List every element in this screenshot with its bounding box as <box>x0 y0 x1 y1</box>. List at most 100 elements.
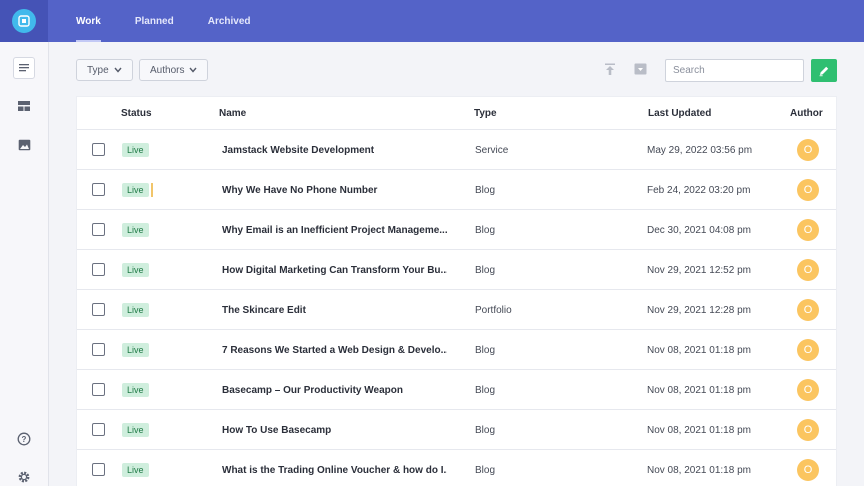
entry-type: Blog <box>475 264 496 276</box>
app-logo-icon <box>12 9 36 33</box>
new-entry-button[interactable] <box>811 59 837 82</box>
status-badge: Live <box>122 303 149 317</box>
settings-button[interactable] <box>13 466 35 486</box>
status-badge: Live <box>122 263 149 277</box>
avatar: O <box>797 179 819 201</box>
column-header-name[interactable]: Name <box>219 97 246 130</box>
row-checkbox[interactable] <box>92 143 105 156</box>
tab-planned[interactable]: Planned <box>127 0 182 42</box>
text-cursor-marker <box>151 183 153 197</box>
table-row[interactable]: Live Jamstack Website Development Servic… <box>77 130 836 170</box>
table-row[interactable]: Live Basecamp – Our Productivity Weapon … <box>77 370 836 410</box>
image-icon <box>18 139 30 151</box>
row-checkbox[interactable] <box>92 183 105 196</box>
avatar: O <box>797 419 819 441</box>
table-row[interactable]: Live Why Email is an Inefficient Project… <box>77 210 836 250</box>
status-badge: Live <box>122 223 149 237</box>
main-tabs: Work Planned Archived <box>68 0 277 42</box>
entry-updated: Feb 24, 2022 03:20 pm <box>647 184 751 196</box>
document-lines-icon <box>19 64 29 72</box>
row-checkbox[interactable] <box>92 303 105 316</box>
avatar: O <box>797 259 819 281</box>
search-input[interactable] <box>665 59 804 82</box>
avatar: O <box>797 299 819 321</box>
entry-name-link[interactable]: Why Email is an Inefficient Project Mana… <box>222 210 447 250</box>
entry-type: Blog <box>475 424 496 436</box>
entry-type: Blog <box>475 224 496 236</box>
column-header-last-updated[interactable]: Last Updated <box>648 97 711 130</box>
column-header-author[interactable]: Author <box>790 97 823 130</box>
help-circle-icon: ? <box>17 432 31 446</box>
authors-filter-label: Authors <box>150 64 185 76</box>
sidebar-item-documents[interactable] <box>13 57 35 79</box>
entry-name-link[interactable]: 7 Reasons We Started a Web Design & Deve… <box>222 330 447 370</box>
upload-arrow-icon <box>605 63 615 75</box>
chevron-down-icon <box>114 67 122 73</box>
layout-blocks-icon <box>18 101 30 111</box>
avatar: O <box>797 459 819 481</box>
table-row[interactable]: Live The Skincare Edit Portfolio Nov 29,… <box>77 290 836 330</box>
publish-button[interactable] <box>603 62 617 76</box>
logo-area[interactable] <box>0 0 48 42</box>
table-row[interactable]: Live Why We Have No Phone Number Blog Fe… <box>77 170 836 210</box>
archive-box-icon <box>634 63 646 75</box>
row-checkbox[interactable] <box>92 463 105 476</box>
row-checkbox[interactable] <box>92 383 105 396</box>
entry-type: Portfolio <box>475 304 512 316</box>
entry-name-link[interactable]: How To Use Basecamp <box>222 410 447 450</box>
entry-type: Blog <box>475 464 496 476</box>
status-badge: Live <box>122 343 149 357</box>
type-filter-dropdown[interactable]: Type <box>76 59 133 81</box>
help-button[interactable]: ? <box>13 428 35 450</box>
status-badge: Live <box>122 183 149 197</box>
pencil-icon <box>819 66 829 76</box>
entry-name-link[interactable]: The Skincare Edit <box>222 290 447 330</box>
entries-table: Status Name Type Last Updated Author Liv… <box>76 96 837 486</box>
row-checkbox[interactable] <box>92 263 105 276</box>
entry-updated: Nov 29, 2021 12:28 pm <box>647 304 751 316</box>
column-header-type[interactable]: Type <box>474 97 497 130</box>
status-badge: Live <box>122 463 149 477</box>
avatar: O <box>797 379 819 401</box>
sidebar-item-layouts[interactable] <box>13 95 35 117</box>
avatar: O <box>797 139 819 161</box>
table-row[interactable]: Live 7 Reasons We Started a Web Design &… <box>77 330 836 370</box>
table-header: Status Name Type Last Updated Author <box>77 97 836 130</box>
authors-filter-dropdown[interactable]: Authors <box>139 59 209 81</box>
table-row[interactable]: Live How Digital Marketing Can Transform… <box>77 250 836 290</box>
sidebar-item-media[interactable] <box>13 134 35 156</box>
entry-updated: Nov 08, 2021 01:18 pm <box>647 344 751 356</box>
column-header-status[interactable]: Status <box>121 97 152 130</box>
entry-updated: Nov 29, 2021 12:52 pm <box>647 264 751 276</box>
entry-updated: May 29, 2022 03:56 pm <box>647 144 753 156</box>
entry-name-link[interactable]: Why We Have No Phone Number <box>222 170 447 210</box>
row-checkbox[interactable] <box>92 343 105 356</box>
status-badge: Live <box>122 143 149 157</box>
entry-updated: Nov 08, 2021 01:18 pm <box>647 424 751 436</box>
row-checkbox[interactable] <box>92 423 105 436</box>
top-bar: Work Planned Archived <box>0 0 864 42</box>
tab-work[interactable]: Work <box>68 0 109 42</box>
table-row[interactable]: Live How To Use Basecamp Blog Nov 08, 20… <box>77 410 836 450</box>
entry-name-link[interactable]: What is the Trading Online Voucher & how… <box>222 450 447 486</box>
entry-type: Service <box>475 144 509 156</box>
entry-updated: Nov 08, 2021 01:18 pm <box>647 464 751 476</box>
svg-text:?: ? <box>22 435 27 444</box>
entry-type: Blog <box>475 184 496 196</box>
avatar: O <box>797 339 819 361</box>
entry-updated: Nov 08, 2021 01:18 pm <box>647 384 751 396</box>
table-row[interactable]: Live What is the Trading Online Voucher … <box>77 450 836 486</box>
entry-type: Blog <box>475 344 496 356</box>
status-badge: Live <box>122 423 149 437</box>
type-filter-label: Type <box>87 64 109 76</box>
archive-button[interactable] <box>633 62 647 76</box>
entry-name-link[interactable]: Jamstack Website Development <box>222 130 447 170</box>
chevron-down-icon <box>189 67 198 73</box>
entry-name-link[interactable]: Basecamp – Our Productivity Weapon <box>222 370 447 410</box>
entry-updated: Dec 30, 2021 04:08 pm <box>647 224 751 236</box>
row-checkbox[interactable] <box>92 223 105 236</box>
tab-archived[interactable]: Archived <box>200 0 259 42</box>
entry-name-link[interactable]: How Digital Marketing Can Transform Your… <box>222 250 447 290</box>
avatar: O <box>797 219 819 241</box>
sidebar: ? <box>0 42 49 486</box>
